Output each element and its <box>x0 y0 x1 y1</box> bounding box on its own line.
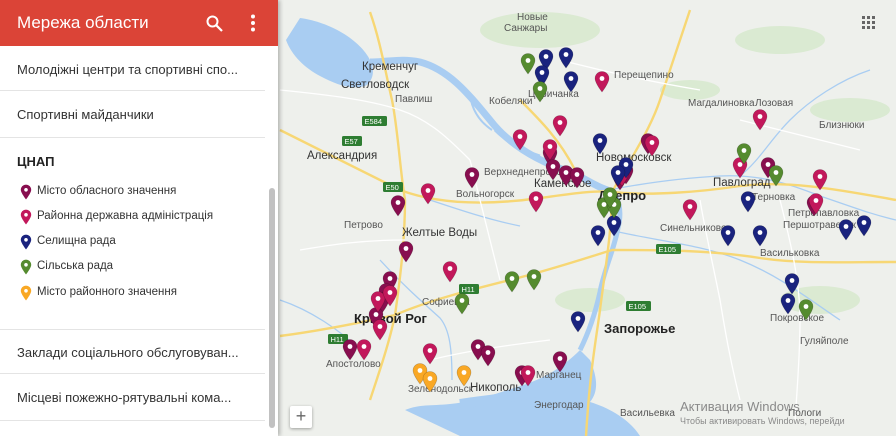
highway-shield: H11 <box>459 284 479 294</box>
watermark-line2: Чтобы активировать Windows, перейди <box>680 416 845 426</box>
layer-fire-rescue[interactable]: Місцеві пожежно-рятувальні кома... <box>17 390 247 405</box>
place-label: Павлоград <box>713 177 771 189</box>
panel-header: Мережа области <box>0 0 278 46</box>
place-label: Новомосковск <box>596 152 672 164</box>
layer-cnap-title[interactable]: ЦНАП <box>17 154 54 169</box>
legend-label: Місто районного значення <box>37 286 177 298</box>
marker-icon <box>20 234 32 250</box>
highway-shield: E584 <box>362 116 387 126</box>
place-label: Близнюки <box>819 120 864 131</box>
place-label: Васильевка <box>620 408 675 419</box>
place-label: Петропавловка <box>788 208 860 219</box>
place-label: Кременчуг <box>362 61 418 73</box>
scrollbar-thumb[interactable] <box>269 188 275 428</box>
place-label: Александрия <box>307 150 377 162</box>
svg-text:E584: E584 <box>365 117 383 126</box>
place-label: Никополь <box>470 382 521 394</box>
place-label: Покровское <box>770 313 824 324</box>
place-label: Петрово <box>344 220 383 231</box>
panel-scrollbar[interactable] <box>268 48 276 434</box>
place-label: Санжары <box>504 23 547 34</box>
watermark-line1: Активация Windows <box>680 399 800 414</box>
place-label: Апостолово <box>326 359 381 370</box>
map-title: Мережа области <box>17 13 149 32</box>
place-label: Светловодск <box>341 79 410 91</box>
zoom-in-button[interactable]: + <box>290 406 312 428</box>
apps-grid-icon[interactable] <box>862 16 876 30</box>
place-label: Магдалиновка <box>688 98 755 109</box>
place-label: Терновка <box>752 192 796 203</box>
svg-text:H11: H11 <box>331 335 344 344</box>
place-label: Кобеляки <box>489 95 532 107</box>
divider <box>0 420 265 421</box>
svg-text:E57: E57 <box>345 137 358 146</box>
highway-shield: E50 <box>383 182 403 192</box>
divider <box>0 137 265 138</box>
divider <box>0 329 265 330</box>
windows-activation-watermark: Активация Windows Чтобы активировать Win… <box>680 400 845 428</box>
marker-icon <box>20 259 32 275</box>
legend-label: Районна державна адміністрація <box>37 210 214 222</box>
place-label: Перещепино <box>614 70 674 81</box>
legend-label: Місто обласного значення <box>37 185 177 197</box>
layer-youth-centers[interactable]: Молодіжні центри та спортивні спо... <box>17 62 247 77</box>
svg-text:E105: E105 <box>629 302 647 311</box>
marker-icon <box>20 184 32 200</box>
place-label: Марганец <box>536 370 582 381</box>
place-label: Лозовая <box>755 98 793 109</box>
more-vert-icon[interactable] <box>250 14 256 32</box>
place-label: Запорожье <box>604 321 675 336</box>
place-label: Синельниково <box>660 223 727 234</box>
marker-icon <box>20 285 32 301</box>
layer-sports-grounds[interactable]: Спортивні майданчики <box>17 107 247 122</box>
divider <box>0 90 265 91</box>
highway-shield: E105 <box>656 244 681 254</box>
highway-shield: E105 <box>626 301 651 311</box>
place-label: Гуляйполе <box>800 336 849 347</box>
place-label: Вольногорск <box>456 189 515 200</box>
place-label: Энергодар <box>534 400 584 411</box>
marker-icon <box>20 209 32 225</box>
svg-text:E50: E50 <box>386 183 399 192</box>
legend-label: Селищна рада <box>37 235 116 247</box>
legend-label: Сільська рада <box>37 260 114 272</box>
place-label: Новые <box>517 12 548 23</box>
place-label: Желтые Воды <box>402 227 477 239</box>
layers-panel: Мережа области Молодіжні центри та спорт… <box>0 0 278 436</box>
highway-shield: E57 <box>342 136 362 146</box>
svg-text:E105: E105 <box>659 245 677 254</box>
divider <box>0 373 265 374</box>
layer-social-services[interactable]: Заклади соціального обслуговуван... <box>17 345 247 360</box>
place-label: Васильковка <box>760 248 820 259</box>
place-label: Кривой Рог <box>354 311 428 326</box>
svg-text:H11: H11 <box>462 285 475 294</box>
place-label: Павлиш <box>395 94 432 105</box>
search-icon[interactable] <box>206 15 223 32</box>
